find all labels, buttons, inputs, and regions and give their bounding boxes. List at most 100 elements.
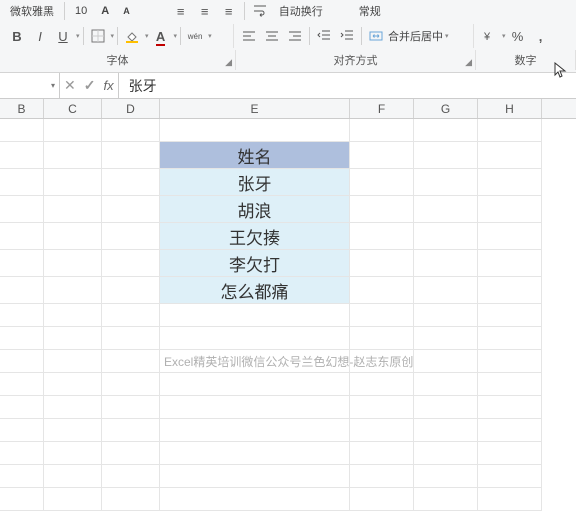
table-data-cell[interactable]: 李欠打: [160, 250, 350, 277]
cell[interactable]: [0, 350, 44, 373]
cell[interactable]: [102, 304, 160, 327]
border-button[interactable]: [87, 25, 109, 47]
cell[interactable]: [414, 277, 478, 304]
cell[interactable]: [102, 142, 160, 169]
cell[interactable]: [414, 373, 478, 396]
cell[interactable]: [44, 169, 102, 196]
cell[interactable]: [102, 119, 160, 142]
cell[interactable]: [414, 250, 478, 277]
cell[interactable]: [478, 223, 542, 250]
col-header-D[interactable]: D: [102, 99, 160, 118]
fill-color-button[interactable]: [121, 25, 143, 47]
cell[interactable]: [414, 169, 478, 196]
phonetic-button[interactable]: wén: [184, 25, 206, 47]
bold-button[interactable]: B: [6, 25, 28, 47]
cell[interactable]: [350, 250, 414, 277]
align-right-icon[interactable]: [284, 25, 306, 47]
font-size-box[interactable]: 10: [69, 5, 93, 17]
cell[interactable]: [478, 142, 542, 169]
cell[interactable]: [350, 350, 414, 373]
merge-dropdown-icon[interactable]: ▾: [445, 32, 449, 40]
col-header-B[interactable]: B: [0, 99, 44, 118]
font-launcher-icon[interactable]: ◢: [225, 57, 232, 68]
cell[interactable]: [414, 442, 478, 465]
cell[interactable]: [350, 373, 414, 396]
fill-dropdown-icon[interactable]: ▾: [145, 32, 149, 40]
table-header-cell[interactable]: 姓名: [160, 142, 350, 169]
fx-icon[interactable]: fx: [103, 78, 113, 93]
cell[interactable]: [0, 488, 44, 511]
align-launcher-icon[interactable]: ◢: [465, 57, 472, 68]
phonetic-dropdown-icon[interactable]: ▾: [208, 32, 212, 40]
cell[interactable]: [0, 142, 44, 169]
cell[interactable]: [414, 488, 478, 511]
cell[interactable]: [414, 223, 478, 250]
cell[interactable]: [102, 250, 160, 277]
font-color-button[interactable]: A: [150, 25, 172, 47]
cell[interactable]: [0, 442, 44, 465]
comma-button[interactable]: ,: [530, 25, 552, 47]
cell[interactable]: [0, 277, 44, 304]
cell[interactable]: [478, 277, 542, 304]
cancel-icon[interactable]: ✕: [64, 77, 76, 94]
table-data-cell[interactable]: 怎么都痛: [160, 277, 350, 304]
cell[interactable]: Excel精英培训微信公众号兰色幻想-赵志东原创: [160, 350, 350, 373]
cell[interactable]: [478, 373, 542, 396]
cell[interactable]: [160, 442, 350, 465]
cell[interactable]: [350, 277, 414, 304]
cell[interactable]: [44, 488, 102, 511]
cell[interactable]: [414, 196, 478, 223]
increase-indent-icon[interactable]: [336, 25, 358, 47]
cell[interactable]: [44, 196, 102, 223]
cell[interactable]: [350, 142, 414, 169]
cell[interactable]: [0, 169, 44, 196]
underline-button[interactable]: U: [52, 25, 74, 47]
italic-button[interactable]: I: [29, 25, 51, 47]
currency-button[interactable]: ¥: [478, 25, 500, 47]
cell[interactable]: [478, 419, 542, 442]
cell[interactable]: [0, 250, 44, 277]
enter-icon[interactable]: ✓: [84, 77, 96, 94]
cell[interactable]: [0, 196, 44, 223]
cell[interactable]: [44, 250, 102, 277]
cell[interactable]: [350, 119, 414, 142]
cell[interactable]: [414, 419, 478, 442]
cell[interactable]: [414, 465, 478, 488]
cell[interactable]: [102, 350, 160, 373]
merge-label[interactable]: 合并后居中: [388, 28, 443, 44]
formula-input[interactable]: 张牙: [119, 76, 576, 96]
align-center-icon[interactable]: [261, 25, 283, 47]
table-data-cell[interactable]: 胡浪: [160, 196, 350, 223]
border-dropdown-icon[interactable]: ▾: [111, 32, 115, 40]
merge-button[interactable]: [365, 25, 387, 47]
number-format-box[interactable]: 常规: [353, 3, 387, 19]
cell[interactable]: [102, 465, 160, 488]
name-box[interactable]: ▾: [0, 73, 60, 98]
cell[interactable]: [478, 350, 542, 373]
cell[interactable]: [478, 465, 542, 488]
cell[interactable]: [160, 419, 350, 442]
cell[interactable]: [350, 488, 414, 511]
col-header-G[interactable]: G: [414, 99, 478, 118]
cell[interactable]: [0, 119, 44, 142]
cell[interactable]: [350, 169, 414, 196]
font-name-box[interactable]: 微软雅黑: [4, 3, 60, 19]
cell[interactable]: [44, 350, 102, 373]
cell[interactable]: [44, 304, 102, 327]
col-header-H[interactable]: H: [478, 99, 542, 118]
cell[interactable]: [102, 419, 160, 442]
cell[interactable]: [160, 396, 350, 419]
cell[interactable]: [350, 465, 414, 488]
align-bottom-icon[interactable]: ≡: [218, 0, 240, 22]
cell[interactable]: [44, 142, 102, 169]
grid[interactable]: 姓名张牙胡浪王欠揍李欠打怎么都痛Excel精英培训微信公众号兰色幻想-赵志东原创: [0, 119, 576, 511]
increase-font-icon[interactable]: A: [95, 5, 115, 17]
cell[interactable]: [350, 223, 414, 250]
cell[interactable]: [414, 142, 478, 169]
cell[interactable]: [102, 442, 160, 465]
cell[interactable]: [160, 373, 350, 396]
table-data-cell[interactable]: 张牙: [160, 169, 350, 196]
cell[interactable]: [44, 396, 102, 419]
cell[interactable]: [478, 442, 542, 465]
cell[interactable]: [350, 196, 414, 223]
